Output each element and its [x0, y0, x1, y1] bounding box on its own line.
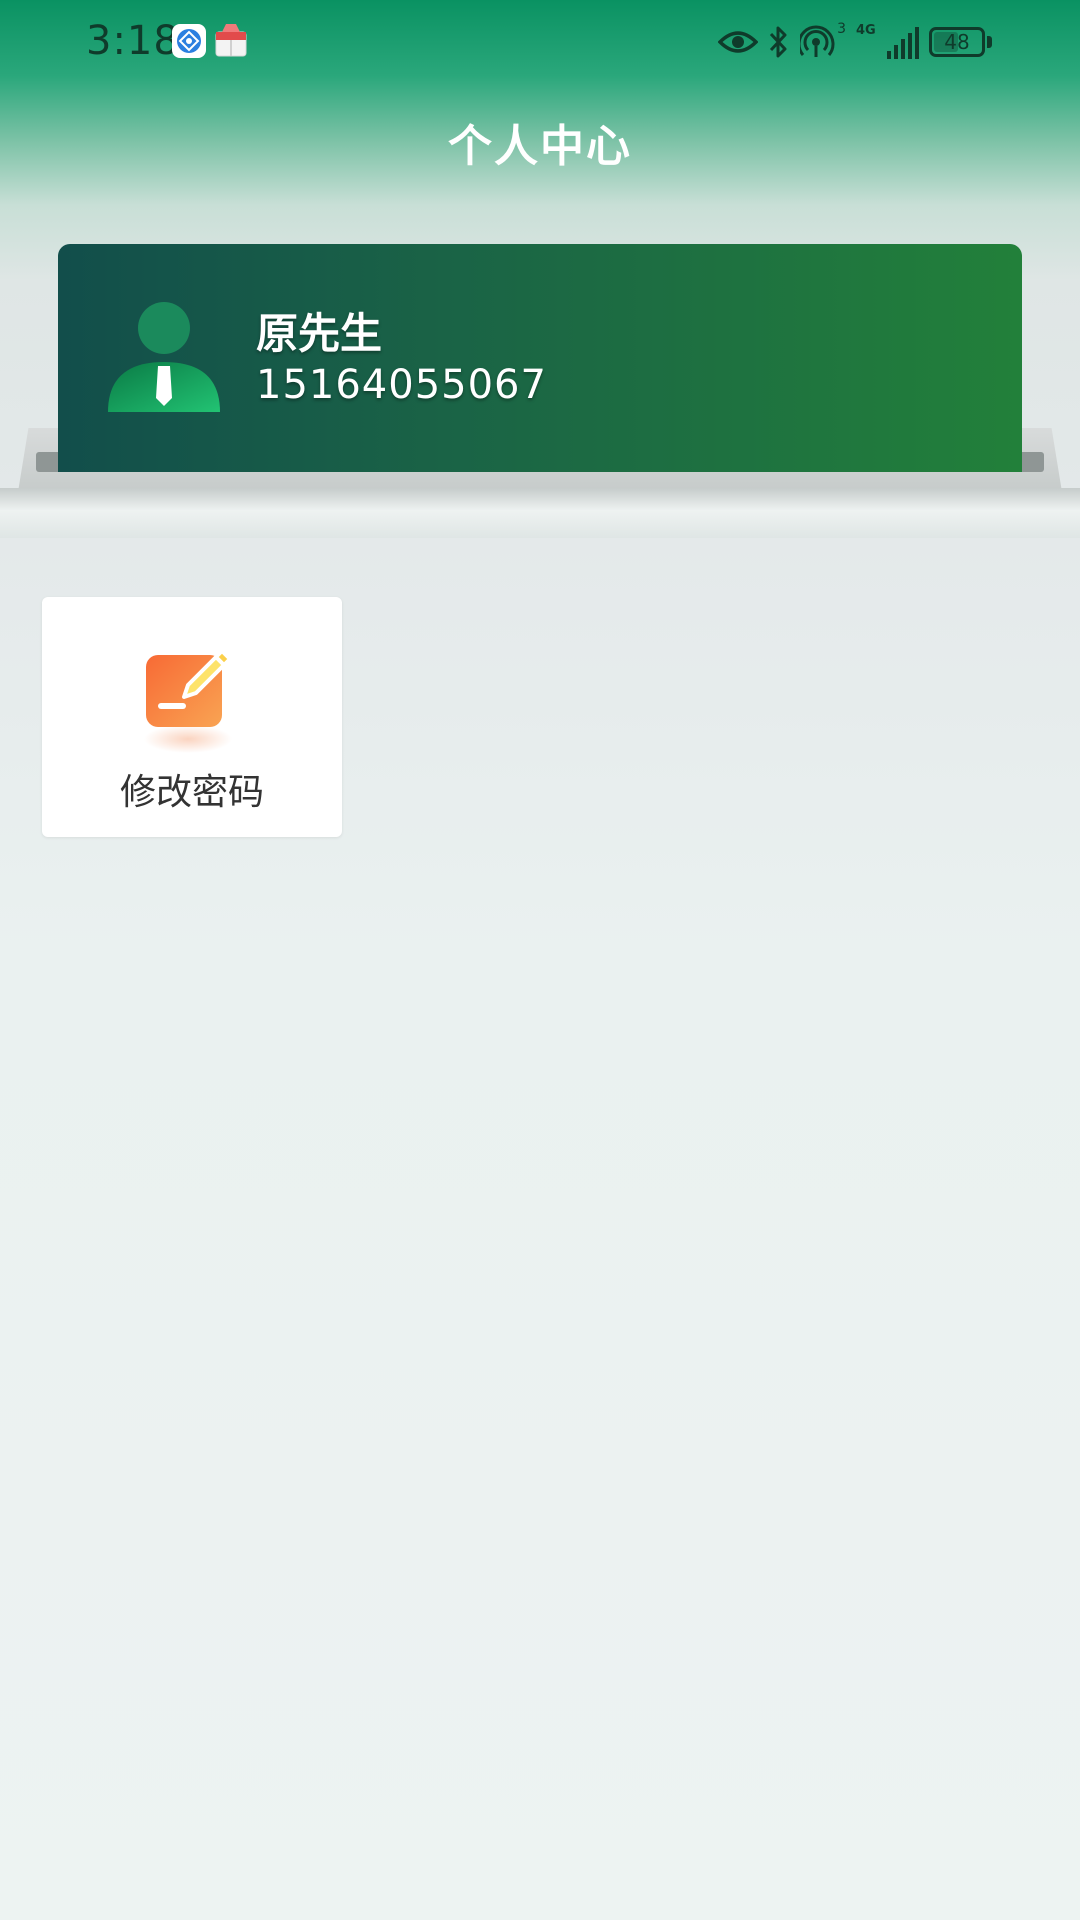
user-avatar-icon — [108, 300, 220, 412]
change-password-tile[interactable]: 修改密码 — [42, 597, 342, 837]
hotspot-count: 3 — [837, 21, 846, 37]
signal-icon: 4G — [856, 23, 919, 59]
hotspot-icon: 3 — [800, 21, 846, 59]
change-password-label: 修改密码 — [119, 772, 264, 813]
user-phone: 15164055067 — [256, 362, 547, 408]
status-bar: 3:18 3 4G 48 — [0, 0, 1080, 84]
user-name: 原先生 — [256, 309, 383, 358]
status-icons: 3 4G 48 — [718, 20, 992, 64]
status-time: 3:18 — [86, 18, 180, 64]
battery-level: 48 — [944, 30, 970, 54]
browser-app-icon — [172, 24, 206, 58]
battery-tip — [987, 36, 992, 48]
edit-password-icon — [144, 649, 240, 753]
eye-icon — [718, 31, 758, 53]
battery-icon: 48 — [929, 27, 985, 57]
card-holder-front — [0, 488, 1080, 538]
bluetooth-icon — [769, 26, 787, 58]
shopping-app-icon — [214, 22, 248, 58]
network-type: 4G — [856, 23, 876, 38]
profile-card[interactable]: 原先生 15164055067 — [58, 244, 1022, 472]
page-title: 个人中心 — [448, 121, 632, 172]
